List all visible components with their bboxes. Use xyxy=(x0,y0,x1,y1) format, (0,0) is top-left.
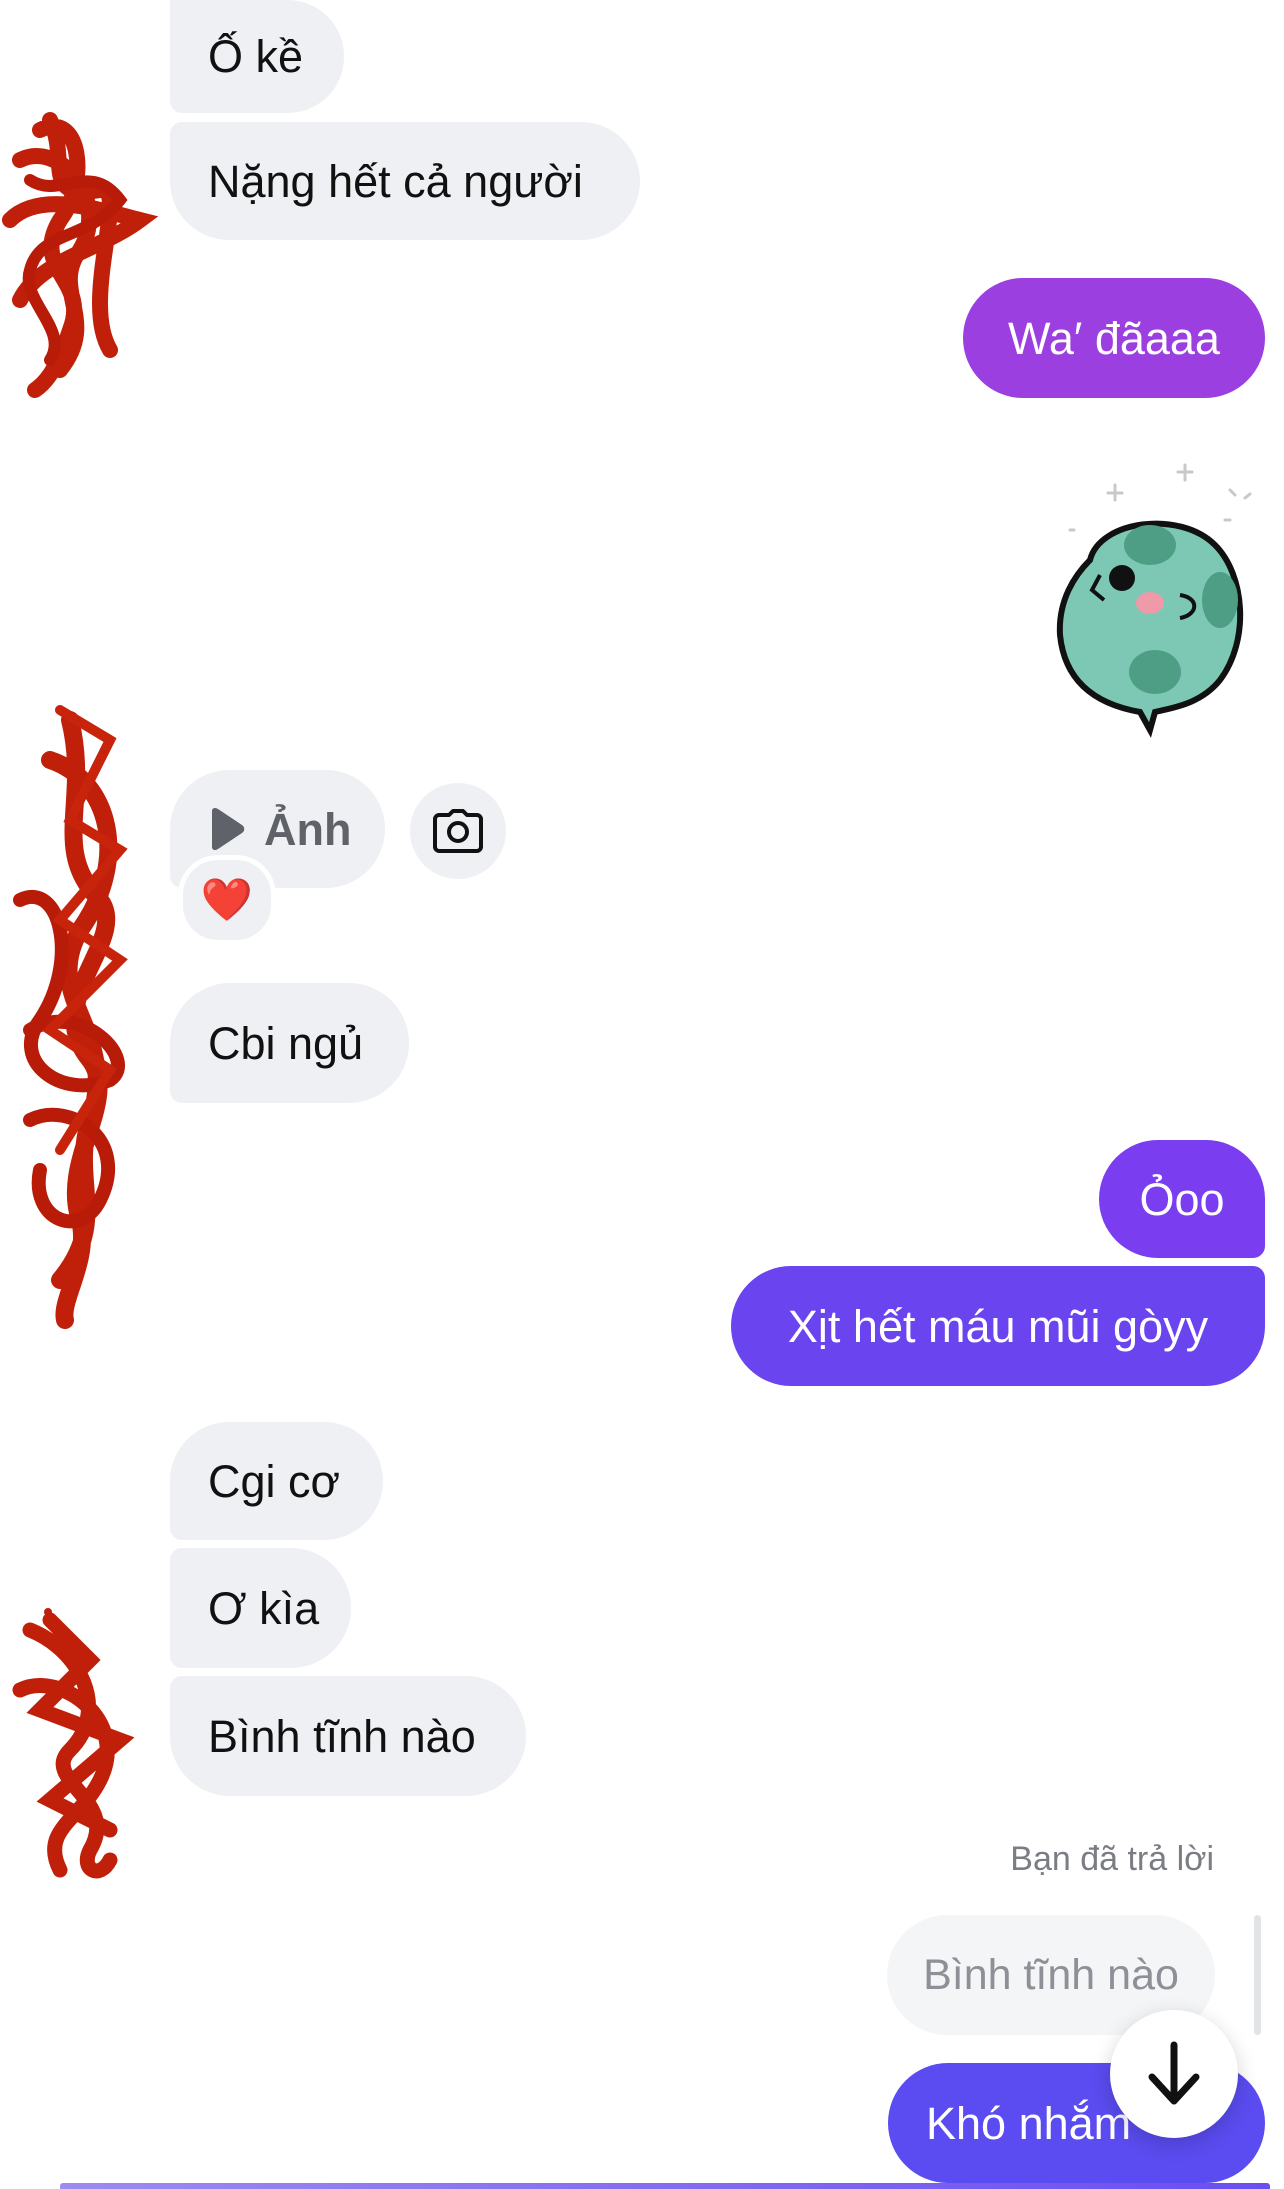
reply-label: Bạn đã trả lời xyxy=(1010,1840,1214,1878)
incoming-message[interactable]: Ơ kìa xyxy=(170,1548,351,1668)
redacted-avatar-1 xyxy=(2,112,159,398)
outgoing-message[interactable]: Wa′ đãaaa xyxy=(963,278,1265,398)
message-text: Wa′ đãaaa xyxy=(1008,312,1220,364)
camera-icon xyxy=(433,809,483,853)
incoming-message[interactable]: Nặng hết cả người xyxy=(170,122,640,240)
message-text: Ơ kìa xyxy=(208,1582,320,1634)
outgoing-message[interactable]: Ỏoo xyxy=(1099,1140,1265,1258)
reply-indicator xyxy=(1254,1915,1261,2035)
quoted-text: Bình tĩnh nào xyxy=(923,1950,1179,1999)
next-message-edge xyxy=(60,2183,1270,2189)
redacted-avatar-2 xyxy=(13,705,128,1329)
sticker-dino[interactable] xyxy=(1030,450,1270,740)
camera-button[interactable] xyxy=(410,783,506,879)
incoming-message[interactable]: Cgi cơ xyxy=(170,1422,383,1540)
message-text: Nặng hết cả người xyxy=(208,155,583,207)
message-text: Cbi ngủ xyxy=(208,1017,364,1069)
arrow-down-icon xyxy=(1148,2041,1200,2105)
outgoing-message[interactable]: Xịt hết máu mũi gòyy xyxy=(731,1266,1265,1386)
incoming-message[interactable]: Ố kề xyxy=(170,0,344,113)
scroll-to-bottom-button[interactable] xyxy=(1110,2010,1238,2138)
message-text: Bình tĩnh nào xyxy=(208,1710,476,1762)
redacted-avatar-3 xyxy=(12,1608,135,1879)
incoming-message[interactable]: Cbi ngủ xyxy=(170,983,409,1103)
play-icon xyxy=(212,807,245,851)
photo-label: Ảnh xyxy=(264,803,352,855)
heart-icon: ❤️ xyxy=(200,875,254,923)
message-text: Khó nhắm xyxy=(926,2097,1132,2149)
message-text: Ỏoo xyxy=(1139,1173,1225,1225)
message-text: Ố kề xyxy=(208,31,304,82)
message-text: Cgi cơ xyxy=(208,1455,341,1507)
message-text: Xịt hết máu mũi gòyy xyxy=(787,1300,1209,1352)
reaction-badge[interactable]: ❤️ xyxy=(178,855,276,945)
incoming-message[interactable]: Bình tĩnh nào xyxy=(170,1676,526,1796)
